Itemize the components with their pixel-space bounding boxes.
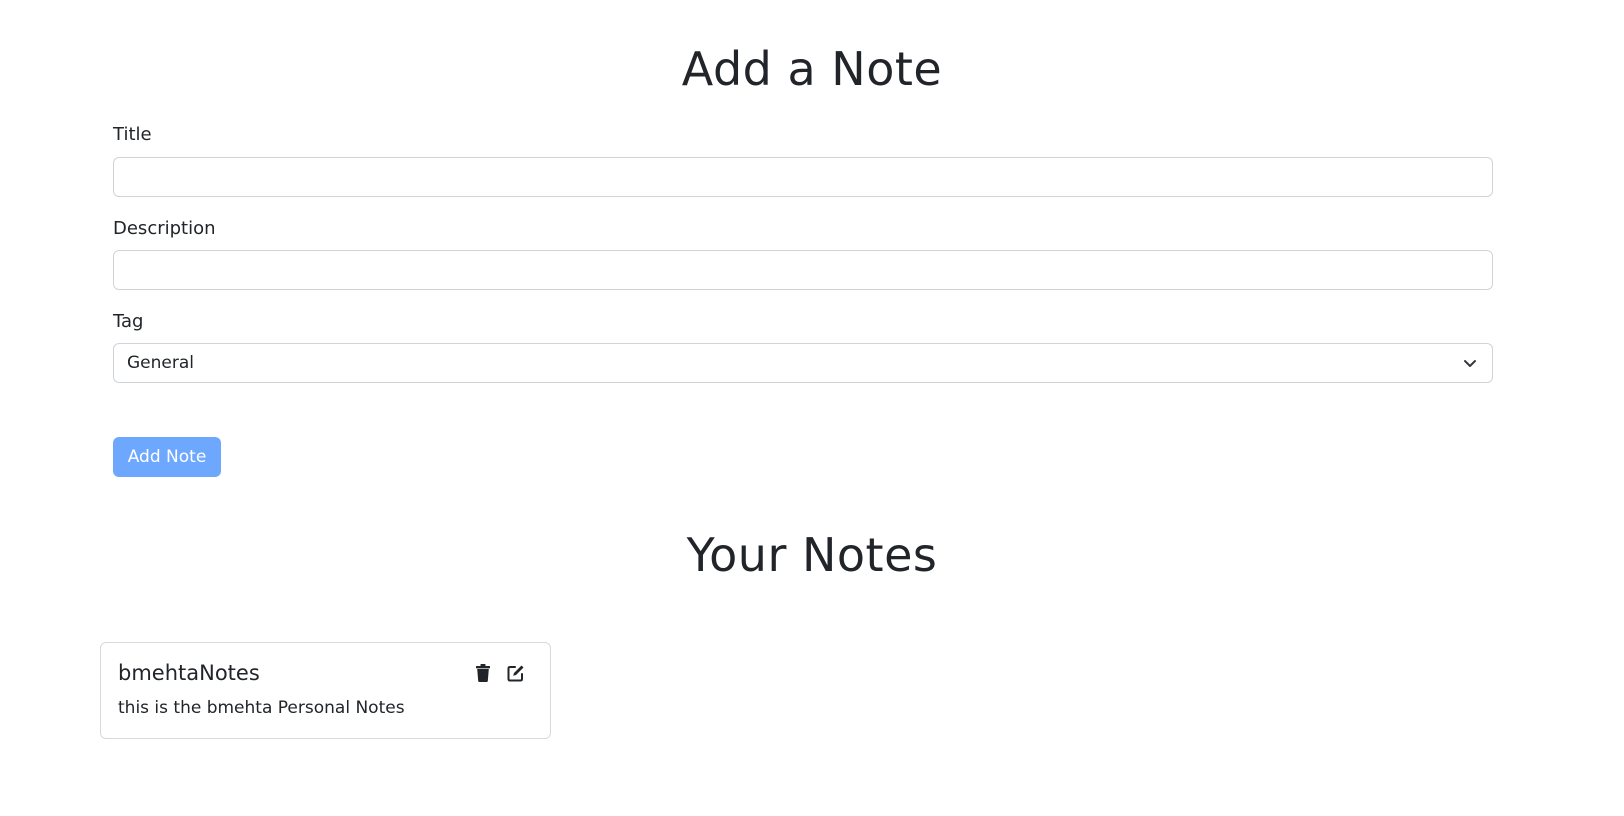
chevron-down-icon bbox=[1464, 360, 1476, 367]
your-notes-heading: Your Notes bbox=[686, 528, 938, 582]
note-card: bmehtaNotes this is the bmehta Personal … bbox=[100, 642, 551, 739]
trash-icon[interactable] bbox=[473, 663, 493, 683]
add-note-heading: Add a Note bbox=[681, 42, 943, 96]
tag-selected-value: General bbox=[127, 353, 194, 373]
tag-label: Tag bbox=[113, 311, 144, 332]
edit-icon[interactable] bbox=[506, 663, 526, 683]
description-label: Description bbox=[113, 218, 216, 239]
description-input[interactable] bbox=[113, 250, 1493, 290]
note-description: this is the bmehta Personal Notes bbox=[118, 698, 405, 718]
add-note-button[interactable]: Add Note bbox=[113, 437, 221, 477]
title-input[interactable] bbox=[113, 157, 1493, 197]
page: Add a Note Title Description Tag General… bbox=[0, 0, 1624, 816]
title-label: Title bbox=[113, 124, 152, 145]
tag-select[interactable]: General bbox=[113, 343, 1493, 383]
note-title: bmehtaNotes bbox=[118, 661, 260, 685]
